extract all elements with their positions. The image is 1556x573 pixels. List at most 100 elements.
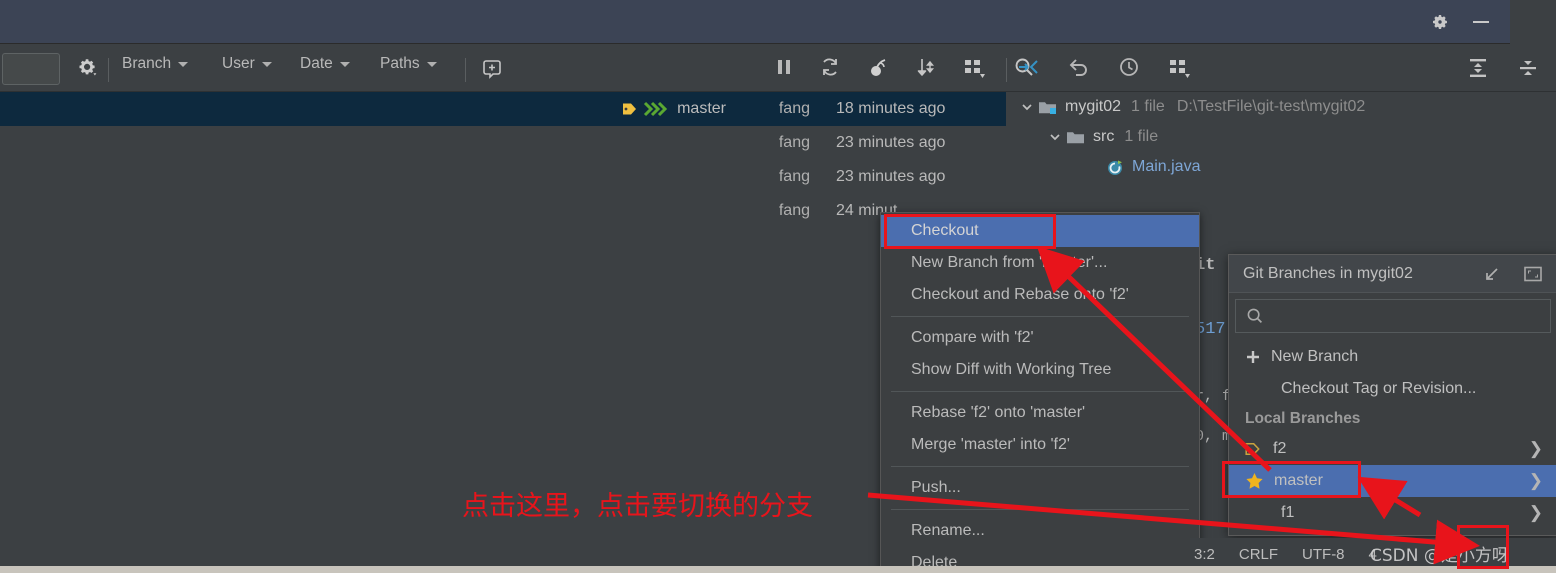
branch-name: master [677,100,726,117]
popup-header-actions [1483,265,1549,283]
chevron-right-icon[interactable]: ❯ [1529,503,1543,523]
underlying-frag-b: 0, m [1195,428,1232,445]
filter-user[interactable]: User [222,55,272,73]
window-title-bar [0,0,1510,44]
chevron-down-icon[interactable] [1048,130,1062,144]
commit-date: 18 minutes ago [836,100,946,117]
chevrons-icon [644,101,668,117]
filter-paths[interactable]: Paths [380,55,437,73]
expand-all-icon[interactable] [1466,56,1490,80]
highlight-box-watermark [1457,525,1509,569]
tag-icon [623,103,637,115]
file-encoding[interactable]: UTF-8 [1302,546,1345,563]
menu-separator [891,466,1189,467]
menu-item-rebase-onto[interactable]: Rebase 'f2' onto 'master' [881,397,1199,429]
repo-path: D:\TestFile\git-test\mygit02 [1176,98,1366,115]
branch-list[interactable]: New Branch Checkout Tag or Revision... L… [1229,333,1556,535]
chevron-down-icon [178,61,189,67]
cherry-pick-icon[interactable] [867,56,889,78]
folder-name: src [1093,128,1115,145]
commit-log-table[interactable]: master fang 18 minutes ago fang 23 minut… [0,92,1006,228]
repo-name: mygit02 [1065,98,1122,115]
chevron-down-icon [261,61,272,67]
branch-label: f2 [1273,440,1287,457]
menu-item-checkout-and-rebase[interactable]: Checkout and Rebase onto 'f2' [881,279,1199,311]
menu-separator [891,316,1189,317]
chevron-right-icon[interactable]: ❯ [1529,439,1543,459]
expand-collapse-group [1466,56,1540,80]
window-title-actions [1430,0,1510,44]
branch-context-menu[interactable]: Checkout New Branch from 'master'... Che… [880,212,1200,573]
tag-icon [1245,441,1263,457]
folder-icon [1066,129,1086,146]
branch-search-input[interactable] [1235,299,1551,333]
menu-item-push[interactable]: Push... [881,472,1199,504]
filter-paths-label: Paths [380,55,420,72]
menu-item-compare-with[interactable]: Compare with 'f2' [881,322,1199,354]
history-clock-icon[interactable] [1118,56,1140,78]
popup-item-new-branch[interactable]: New Branch [1229,341,1556,373]
shrink-icon[interactable] [1483,265,1501,283]
plus-icon [1245,349,1261,365]
title-bar-gap [1510,0,1556,44]
refresh-icon[interactable] [819,56,841,78]
repo-file-count: 1 file [1131,98,1165,115]
minimize-icon[interactable] [1470,15,1492,29]
add-tab-icon[interactable] [480,57,504,81]
menu-item-show-diff[interactable]: Show Diff with Working Tree [881,354,1199,386]
sort-icon[interactable] [915,56,937,78]
tree-row-folder[interactable]: src 1 file [1008,122,1556,152]
tree-row-repo[interactable]: mygit02 1 file D:\TestFile\git-test\mygi… [1008,92,1556,122]
commit-date: 23 minutes ago [836,134,946,151]
popup-item-label: Checkout Tag or Revision... [1281,380,1477,397]
commit-author: fang [778,168,810,185]
menu-item-merge-into[interactable]: Merge 'master' into 'f2' [881,429,1199,461]
table-row[interactable]: fang 23 minutes ago [0,126,1006,160]
menu-separator [891,391,1189,392]
restore-icon[interactable] [1523,265,1543,283]
filter-branch-label: Branch [122,55,172,72]
filter-date[interactable]: Date [300,55,350,73]
chevron-right-icon[interactable]: ❯ [1529,471,1543,491]
popup-item-checkout-tag[interactable]: Checkout Tag or Revision... [1229,373,1556,405]
menu-item-rename[interactable]: Rename... [881,515,1199,547]
file-name: Main.java [1132,158,1201,175]
tree-row-file[interactable]: Main.java [1008,152,1556,182]
commit-author: fang [778,100,810,117]
window-bottom-edge [0,566,1556,573]
popup-header: Git Branches in mygit02 [1229,255,1556,293]
revert-icon[interactable] [1068,56,1090,78]
pause-icon[interactable] [775,57,793,77]
chevron-down-icon [339,61,350,67]
line-separator[interactable]: CRLF [1239,546,1278,563]
caret-position[interactable]: 3:2 [1194,546,1215,563]
menu-item-new-branch-from[interactable]: New Branch from 'master'... [881,247,1199,279]
layout-icon[interactable] [963,56,987,78]
branch-ref-badge [622,101,669,117]
collapse-arrows-icon[interactable] [1016,56,1040,78]
table-row[interactable]: fang 24 minut [0,194,1006,228]
underlying-frag-a: r, f [1195,388,1232,405]
popup-item-label: New Branch [1271,348,1359,365]
folder-file-count: 1 file [1124,128,1159,145]
local-branches-group-label: Local Branches [1245,410,1361,427]
highlight-box-checkout [884,214,1056,249]
collapse-all-icon[interactable] [1516,56,1540,80]
table-row[interactable]: fang 23 minutes ago [0,160,1006,194]
table-row[interactable]: master fang 18 minutes ago [0,92,1006,126]
search-icon [1246,307,1264,325]
highlight-box-master [1222,461,1361,498]
chevron-down-icon [426,61,437,67]
branch-label: f1 [1281,504,1295,521]
filter-branch[interactable]: Branch [122,55,189,73]
toolbar-gear-icon[interactable] [76,56,98,78]
commit-date: 23 minutes ago [836,168,946,185]
search-input[interactable] [2,53,60,85]
changed-files-tree[interactable]: mygit02 1 file D:\TestFile\git-test\mygi… [1008,92,1556,228]
commit-author: fang [778,134,810,151]
layout-icon[interactable] [1168,56,1192,78]
log-actions-group [775,56,1035,78]
gear-icon[interactable] [1430,12,1450,32]
chevron-down-icon[interactable] [1020,100,1034,114]
java-class-icon [1106,158,1125,177]
